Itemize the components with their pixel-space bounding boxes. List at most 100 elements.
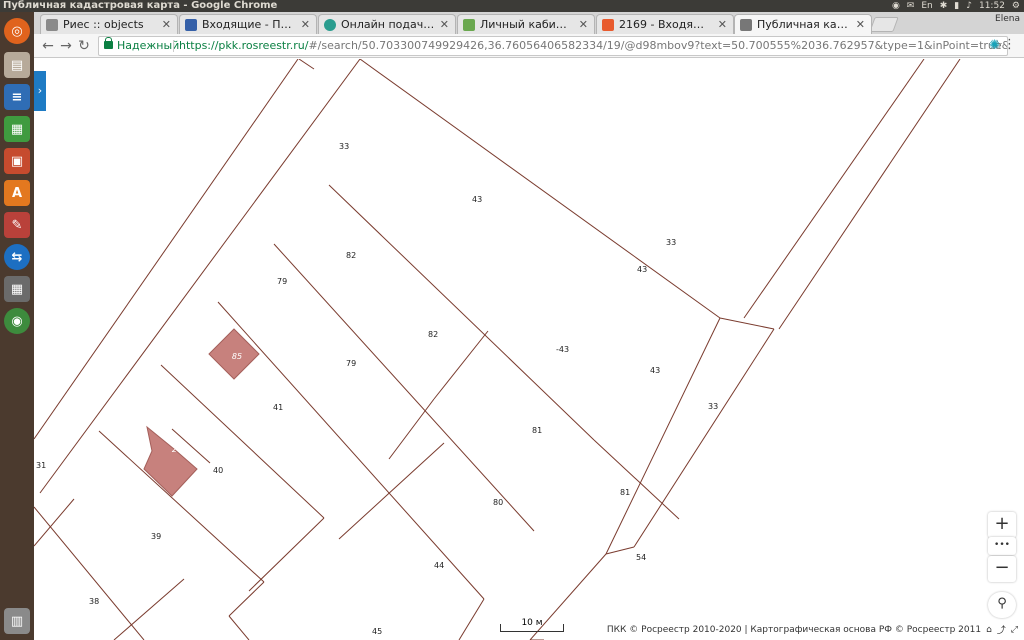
mail-inbox-icon (602, 18, 614, 31)
chrome-icon[interactable]: ◉ (4, 308, 30, 334)
parcel-boundary (719, 317, 775, 330)
tab-label: Онлайн подача за (341, 18, 435, 31)
parcel-label: 39 (151, 532, 161, 541)
impress-icon[interactable]: ▣ (4, 148, 30, 174)
tab-cabinet[interactable]: Личный кабинет - ✕ (457, 14, 595, 34)
close-tab-icon[interactable]: ✕ (440, 18, 449, 31)
building-number: 85 (232, 352, 242, 361)
parcel-label: 33 (666, 238, 676, 247)
parcel-label: -43 (556, 345, 569, 354)
parcel-label: 81 (532, 426, 542, 435)
service-icon (324, 18, 336, 31)
parcel-label: 41 (273, 403, 283, 412)
mail-icon (185, 18, 197, 31)
close-tab-icon[interactable]: ✕ (162, 18, 171, 31)
files-icon[interactable]: ▤ (4, 52, 30, 78)
back-arrow-icon[interactable]: ← (40, 37, 56, 55)
parcel-label: 82 (428, 330, 438, 339)
more-button[interactable]: ••• (988, 537, 1016, 555)
parcel-label: 43 (637, 265, 647, 274)
parcel-label: 33 (708, 402, 718, 411)
parcel-boundary (593, 439, 680, 520)
new-tab-button[interactable] (869, 17, 899, 32)
battery-icon[interactable]: ▮ (954, 0, 959, 12)
bluetooth-icon[interactable]: ✱ (940, 0, 948, 12)
parcel-boundary (633, 328, 775, 548)
parcel-boundary (778, 59, 961, 330)
parcel-label: 33 (339, 142, 349, 151)
parcel-label: 54 (636, 553, 646, 562)
parcel-label: 40 (213, 466, 223, 475)
mail-tray-icon[interactable]: ✉ (907, 0, 915, 12)
teamviewer-tray-icon[interactable]: ◉ (892, 0, 900, 12)
parcel-layer: 85 24 33 43 33 43 82 79 -43 43 82 79 41 33 81 80 81 40 39… (34, 59, 961, 640)
menu-icon[interactable]: ⋮ (1003, 37, 1016, 52)
tab-cadastral-map[interactable]: Публичная кадастр ✕ (734, 14, 872, 34)
parcel-label: 82 (346, 251, 356, 260)
tab-mail[interactable]: Входящие - Почта ✕ (179, 14, 317, 34)
tab-label: Входящие - Почта (202, 18, 296, 31)
parcel-boundary (433, 330, 489, 400)
clock[interactable]: 11:52 (979, 0, 1005, 12)
dash-home-icon[interactable]: ◎ (4, 18, 30, 44)
close-tab-icon[interactable]: ✕ (579, 18, 588, 31)
tab-online-service[interactable]: Онлайн подача за ✕ (318, 14, 456, 34)
divider (173, 40, 174, 52)
side-panel-toggle[interactable]: › (34, 71, 46, 111)
extension-icon[interactable]: ✺ (989, 38, 1000, 53)
parcel-boundary (605, 546, 635, 555)
parcel-boundary (34, 498, 75, 547)
volume-icon[interactable]: ♪ (966, 0, 972, 12)
location-icon[interactable]: ⚲ (988, 592, 1016, 618)
software-center-icon[interactable]: A (4, 180, 30, 206)
close-tab-icon[interactable]: ✕ (301, 18, 310, 31)
home-icon[interactable]: ⌂ (986, 625, 992, 635)
zoom-in-button[interactable]: + (988, 512, 1016, 538)
settings-gear-icon[interactable]: ⚙ (1012, 0, 1020, 12)
teamviewer-icon[interactable]: ⇆ (4, 244, 30, 270)
fullscreen-icon[interactable]: ⤢ (1011, 625, 1018, 635)
keyboard-layout-icon[interactable]: En (921, 0, 932, 12)
tab-inbox[interactable]: 2169 - Входящие - ✕ (596, 14, 734, 34)
tab-strip: Риес :: objects ✕ Входящие - Почта ✕ Онл… (34, 12, 1024, 34)
url-host: https://pkk.rosreestr.ru/ (179, 39, 309, 52)
url-text[interactable]: https://pkk.rosreestr.ru/#/search/50.703… (179, 37, 1008, 55)
document-icon (46, 18, 58, 31)
parcel-boundary (743, 59, 925, 319)
parcel-label: 45 (372, 627, 382, 636)
parcel-label: 44 (434, 561, 444, 570)
calc-icon[interactable]: ▦ (4, 116, 30, 142)
close-tab-icon[interactable]: ✕ (856, 18, 865, 31)
tab-label: 2169 - Входящие - (619, 18, 713, 31)
parcel-boundary (248, 517, 325, 592)
parcel-boundary (338, 442, 445, 540)
profile-button[interactable]: Elena (995, 14, 1020, 24)
attribution-bar: ПКК © Росреестр 2010-2020 | Картографиче… (606, 623, 1018, 636)
trash-icon[interactable]: ▥ (4, 608, 30, 634)
parcel-boundary (228, 581, 265, 617)
browser-toolbar: ← → ↻ Надежный https://pkk.rosreestr.ru/… (34, 34, 1024, 58)
parcel-boundary (328, 184, 595, 441)
writer-icon[interactable]: ≡ (4, 84, 30, 110)
parcel-label: 38 (89, 597, 99, 606)
parcel-label: 43 (650, 366, 660, 375)
parcel-boundary (458, 598, 485, 640)
zoom-out-button[interactable]: − (988, 556, 1016, 582)
parcel-boundary (298, 59, 315, 70)
cadastral-map[interactable]: 85 24 33 43 33 43 82 79 -43 43 82 79 41 33 81 80 81 40 39… (34, 59, 1024, 640)
tab-objects[interactable]: Риес :: objects ✕ (40, 14, 178, 34)
parcel-label: 79 (277, 277, 287, 286)
building-footprint[interactable] (143, 425, 198, 497)
reload-icon[interactable]: ↻ (76, 37, 92, 55)
address-bar[interactable]: Надежный https://pkk.rosreestr.ru/#/sear… (98, 36, 1008, 56)
share-icon[interactable]: ⤴ (997, 623, 1006, 636)
scale-label: 10 м (521, 618, 543, 628)
parcel-label: 31 (36, 461, 46, 470)
close-tab-icon[interactable]: ✕ (718, 18, 727, 31)
calculator-icon[interactable]: ▦ (4, 276, 30, 302)
settings-tools-icon[interactable]: ✎ (4, 212, 30, 238)
parcel-boundary (388, 398, 435, 460)
forward-arrow-icon[interactable]: → (58, 37, 74, 55)
url-rest: #/search/50.703300749929426,36.760564065… (308, 39, 1008, 52)
parcel-boundary (273, 243, 535, 532)
